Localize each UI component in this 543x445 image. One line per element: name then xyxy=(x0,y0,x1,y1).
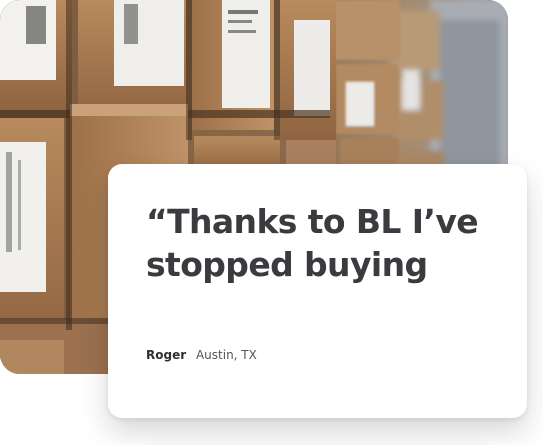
author-location: Austin, TX xyxy=(195,348,257,362)
testimonial-card: “Thanks to BL I’ve stopped buying Roger A… xyxy=(108,164,527,418)
testimonial-section: “Thanks to BL I’ve stopped buying Roger A… xyxy=(0,0,543,445)
author-name: Roger xyxy=(146,348,187,362)
testimonial-quote: “Thanks to BL I’ve stopped buying xyxy=(146,200,506,286)
quote-line-2: stopped buying xyxy=(146,245,428,284)
testimonial-author: Roger Austin, TX xyxy=(146,348,257,362)
quote-line-1: “Thanks to BL I’ve xyxy=(146,202,479,241)
